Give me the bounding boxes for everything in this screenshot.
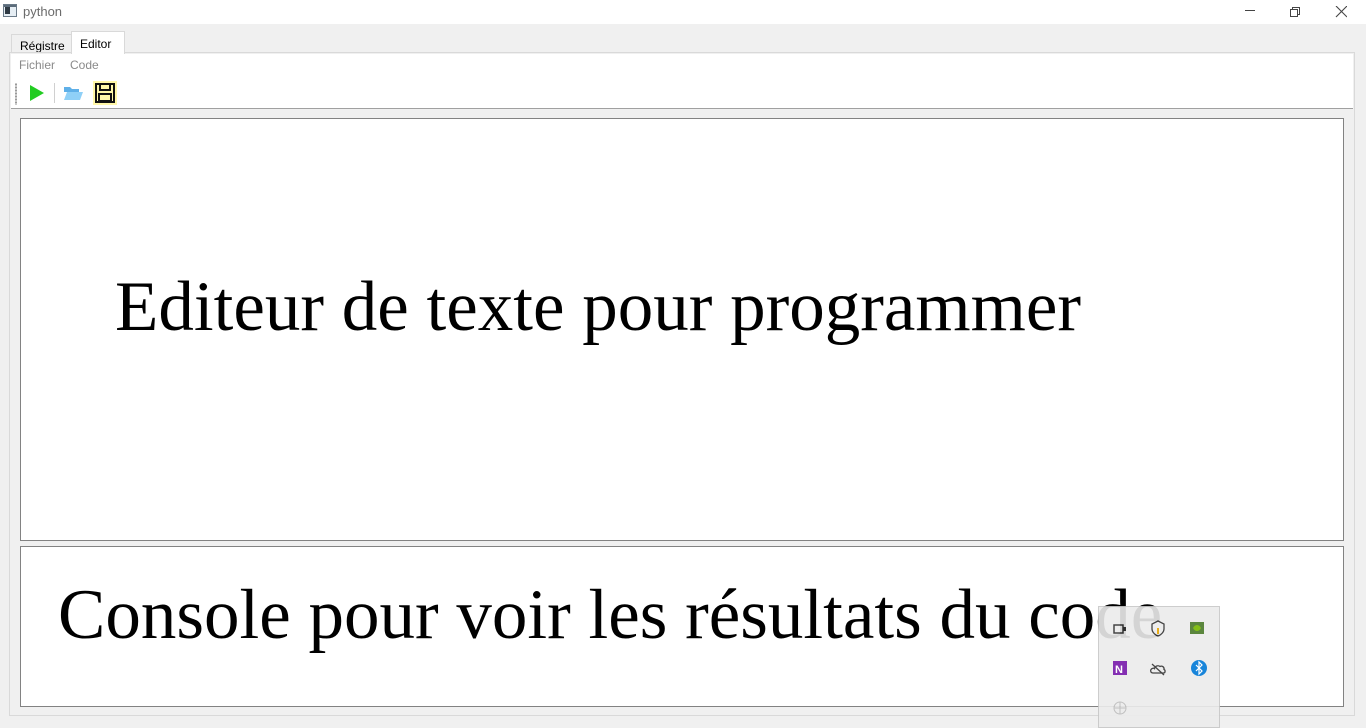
menu-code[interactable]: Code [70,58,99,72]
restore-icon [1290,7,1300,17]
app-window: python Régistre Editor Fichier Code Edit… [0,0,1366,728]
onenote-icon[interactable]: N [1111,659,1129,677]
shield-warning-icon[interactable] [1149,619,1167,637]
close-icon [1335,6,1347,18]
toolbar-separator [54,83,55,103]
menu-bar: Fichier Code [11,54,1353,76]
menu-fichier[interactable]: Fichier [19,58,55,72]
toolbar-grip[interactable] [15,83,17,105]
minimize-button[interactable] [1227,0,1273,24]
code-editor[interactable]: Editeur de texte pour programmer [20,118,1344,541]
open-folder-icon [64,87,83,100]
tab-bar: Régistre Editor [0,24,1366,54]
network-icon[interactable] [1111,699,1129,717]
console-content: Console pour voir les résultats du code [58,576,1163,654]
app-icon [3,4,17,17]
toolbar [11,76,1353,109]
title-bar[interactable]: python [0,0,1366,24]
tab-editor[interactable]: Editor [71,31,125,54]
editor-content: Editeur de texte pour programmer [115,268,1082,346]
save-icon [95,83,115,103]
tab-registre[interactable]: Régistre [11,34,72,53]
minimize-icon [1245,10,1255,11]
system-tray-overflow: N [1098,606,1220,728]
nvidia-icon[interactable] [1188,619,1206,637]
restore-button[interactable] [1272,0,1318,24]
windows-security-icon[interactable] [1111,620,1129,638]
close-button[interactable] [1318,0,1364,24]
window-title: python [23,4,63,19]
bluetooth-icon[interactable] [1190,659,1208,677]
svg-text:N: N [1115,664,1123,676]
play-icon [30,85,44,101]
save-button[interactable] [93,81,117,105]
onedrive-offline-icon[interactable] [1149,660,1167,678]
open-button[interactable] [61,81,85,105]
run-button[interactable] [24,81,48,105]
